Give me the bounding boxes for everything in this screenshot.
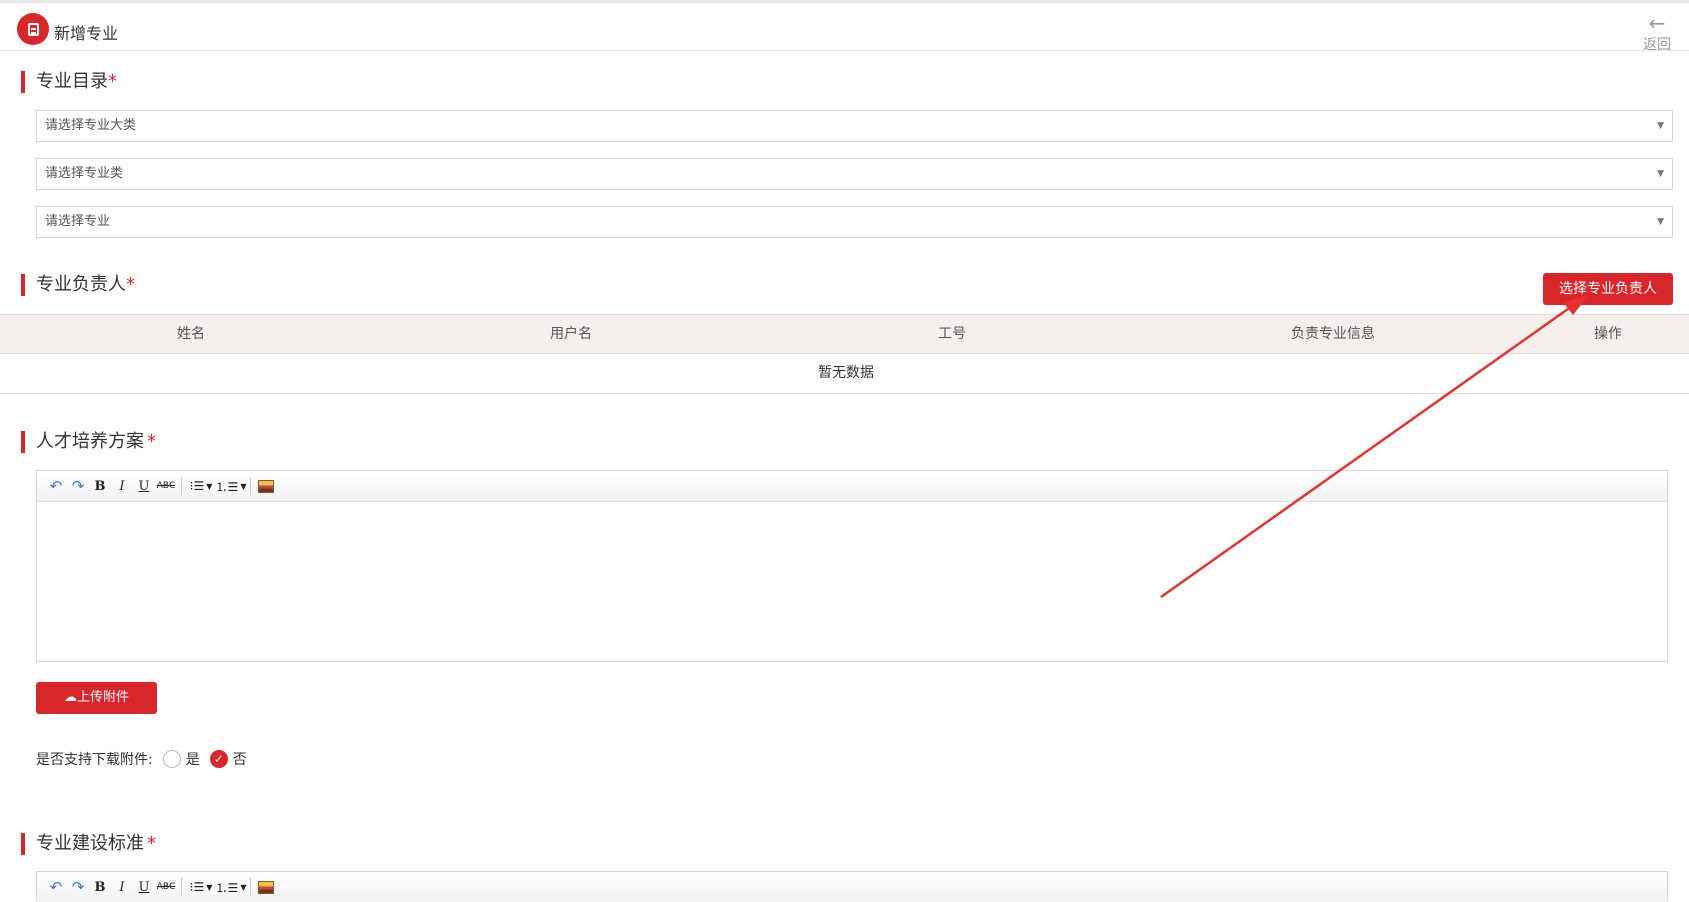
empty-text: 暂无数据: [818, 365, 874, 381]
upload-attachment-button[interactable]: ☁上传附件: [36, 682, 157, 714]
column-header-employee-id: 工号: [938, 326, 966, 342]
undo-icon[interactable]: ↶: [45, 876, 67, 898]
section-title-catalog: 专业目录*: [21, 71, 117, 93]
bullet-list-icon[interactable]: ⁝☰ ▼: [186, 475, 216, 497]
major-select[interactable]: 请选择专业 ▼: [36, 206, 1673, 238]
editor-toolbar: ↶ ↷ B I U ABC ⁝☰ ▼ ⒈☰ ▼: [37, 471, 1667, 502]
section-title-text: 专业建设标准: [36, 833, 144, 854]
italic-button[interactable]: I: [111, 876, 133, 898]
caret-down-icon: ▼: [1657, 121, 1664, 131]
check-icon: ✓: [213, 752, 224, 766]
document-icon: [17, 13, 49, 45]
section-title-text: 人才培养方案: [36, 431, 144, 452]
radio-no-label: 否: [232, 752, 247, 768]
back-button[interactable]: ← 返回: [1637, 13, 1677, 54]
column-header-name: 姓名: [177, 326, 205, 342]
toolbar-divider: [181, 477, 182, 495]
radio-yes-label: 是: [185, 752, 200, 768]
required-mark: *: [126, 274, 135, 295]
underline-button[interactable]: U: [133, 876, 155, 898]
editor-content-area[interactable]: [37, 502, 1667, 660]
caret-down-icon: ▼: [1657, 217, 1664, 227]
section-title-training-plan: 人才培养方案 *: [21, 431, 156, 453]
insert-image-icon[interactable]: [255, 876, 277, 898]
underline-button[interactable]: U: [133, 475, 155, 497]
select-placeholder: 请选择专业大类: [45, 118, 137, 133]
required-mark: *: [147, 833, 156, 854]
section-title-text: 专业目录: [36, 71, 108, 92]
required-mark: *: [108, 71, 117, 92]
select-leader-button[interactable]: 选择专业负责人: [1543, 273, 1673, 305]
toolbar-divider: [250, 477, 251, 495]
numbered-list-icon[interactable]: ⒈☰ ▼: [216, 475, 247, 497]
upload-label: 上传附件: [76, 690, 129, 705]
back-label: 返回: [1643, 37, 1671, 53]
construction-standard-editor: ↶ ↷ B I U ABC ⁝☰ ▼ ⒈☰ ▼: [36, 871, 1668, 902]
strikethrough-button[interactable]: ABC: [155, 876, 177, 898]
bold-button[interactable]: B: [89, 475, 111, 497]
bold-button[interactable]: B: [89, 876, 111, 898]
radio-no[interactable]: ✓: [209, 750, 228, 768]
section-title-construction-standard: 专业建设标准 *: [21, 833, 156, 855]
cloud-upload-icon: ☁: [63, 690, 77, 705]
download-option-label: 是否支持下载附件:: [36, 752, 153, 768]
toolbar-divider: [181, 878, 182, 896]
column-header-username: 用户名: [550, 326, 592, 342]
download-option-row: 是否支持下载附件: 是 ✓ 否: [36, 748, 247, 770]
arrow-left-icon: ←: [1648, 11, 1666, 35]
strikethrough-button[interactable]: ABC: [155, 475, 177, 497]
required-mark: *: [147, 431, 156, 452]
page-header: 新增专业 ← 返回: [0, 3, 1689, 54]
radio-yes[interactable]: [162, 750, 181, 768]
table-empty-row: 暂无数据: [0, 354, 1689, 394]
page-title: 新增专业: [54, 24, 119, 43]
redo-icon[interactable]: ↷: [67, 475, 89, 497]
major-category-select[interactable]: 请选择专业大类 ▼: [36, 110, 1673, 142]
column-header-actions: 操作: [1594, 326, 1622, 342]
toolbar-divider: [250, 878, 251, 896]
column-header-major-info: 负责专业信息: [1291, 326, 1375, 342]
select-placeholder: 请选择专业: [45, 214, 111, 229]
redo-icon[interactable]: ↷: [67, 876, 89, 898]
training-plan-editor: ↶ ↷ B I U ABC ⁝☰ ▼ ⒈☰ ▼: [36, 470, 1668, 662]
bullet-list-icon[interactable]: ⁝☰ ▼: [186, 876, 216, 898]
undo-icon[interactable]: ↶: [45, 475, 67, 497]
italic-button[interactable]: I: [111, 475, 133, 497]
section-title-text: 专业负责人: [36, 274, 126, 295]
section-title-leader: 专业负责人*: [21, 274, 135, 296]
select-placeholder: 请选择专业类: [45, 166, 124, 181]
insert-image-icon[interactable]: [255, 475, 277, 497]
leader-table: 姓名 用户名 工号 负责专业信息 操作 暂无数据: [0, 314, 1689, 394]
table-header: 姓名 用户名 工号 负责专业信息 操作: [0, 314, 1689, 354]
numbered-list-icon[interactable]: ⒈☰ ▼: [216, 876, 247, 898]
caret-down-icon: ▼: [1657, 169, 1664, 179]
editor-toolbar: ↶ ↷ B I U ABC ⁝☰ ▼ ⒈☰ ▼: [37, 872, 1667, 902]
major-class-select[interactable]: 请选择专业类 ▼: [36, 158, 1673, 190]
